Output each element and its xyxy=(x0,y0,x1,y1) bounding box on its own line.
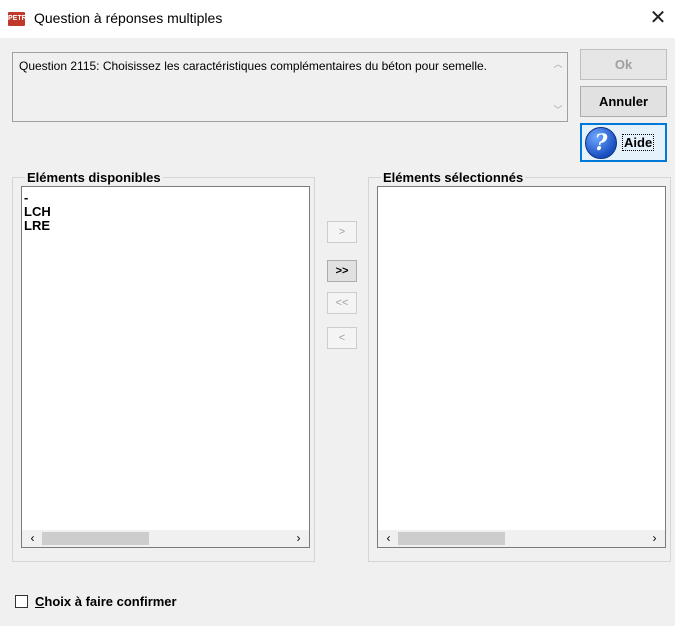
scroll-down-icon[interactable]: ﹀ xyxy=(549,101,567,119)
remove-button[interactable]: < xyxy=(327,327,357,349)
scroll-thumb[interactable] xyxy=(42,532,149,545)
selected-listbox[interactable]: ‹ › xyxy=(377,186,666,548)
ok-button[interactable]: Ok xyxy=(580,49,667,80)
scroll-right-icon[interactable]: › xyxy=(290,530,307,547)
selected-hscrollbar[interactable]: ‹ › xyxy=(378,530,665,547)
title-bar: PETRA Question à réponses multiples ✕ xyxy=(0,0,675,38)
window-title: Question à réponses multiples xyxy=(34,10,223,26)
available-hscrollbar[interactable]: ‹ › xyxy=(22,530,309,547)
confirm-label-rest: hoix à faire confirmer xyxy=(44,594,177,609)
list-item[interactable]: LCH xyxy=(24,205,51,219)
confirm-checkbox[interactable] xyxy=(15,595,28,608)
selected-title: Eléments sélectionnés xyxy=(381,170,526,186)
app-icon: PETRA xyxy=(8,12,32,26)
available-title: Eléments disponibles xyxy=(25,170,163,186)
scroll-up-icon[interactable]: ︿ xyxy=(549,55,567,73)
close-icon[interactable]: ✕ xyxy=(646,6,670,30)
confirm-label[interactable]: Choix à faire confirmer xyxy=(35,594,177,609)
cancel-button[interactable]: Annuler xyxy=(580,86,667,117)
question-textbox[interactable]: Question 2115: Choisissez les caractéris… xyxy=(12,52,568,122)
list-item[interactable]: LRE xyxy=(24,219,51,233)
add-all-button[interactable]: >> xyxy=(327,260,357,282)
confirm-label-accel: C xyxy=(35,594,45,609)
question-scrollbar[interactable]: ︿ ﹀ xyxy=(549,53,567,121)
scroll-thumb[interactable] xyxy=(398,532,505,545)
help-icon: ? xyxy=(585,127,617,159)
available-group: Eléments disponibles - LCH LRE ‹ › xyxy=(12,170,315,562)
help-label: Aide xyxy=(622,134,655,151)
scroll-left-icon[interactable]: ‹ xyxy=(380,530,397,547)
scroll-right-icon[interactable]: › xyxy=(646,530,663,547)
selected-group: Eléments sélectionnés ‹ › xyxy=(368,170,671,562)
available-listbox[interactable]: - LCH LRE ‹ › xyxy=(21,186,310,548)
question-text: Question 2115: Choisissez les caractéris… xyxy=(19,59,488,73)
list-item[interactable]: - xyxy=(24,191,51,205)
remove-all-button[interactable]: << xyxy=(327,292,357,314)
help-button[interactable]: ? Aide xyxy=(580,123,667,162)
add-button[interactable]: > xyxy=(327,221,357,243)
available-items: - LCH LRE xyxy=(24,191,51,233)
scroll-left-icon[interactable]: ‹ xyxy=(24,530,41,547)
